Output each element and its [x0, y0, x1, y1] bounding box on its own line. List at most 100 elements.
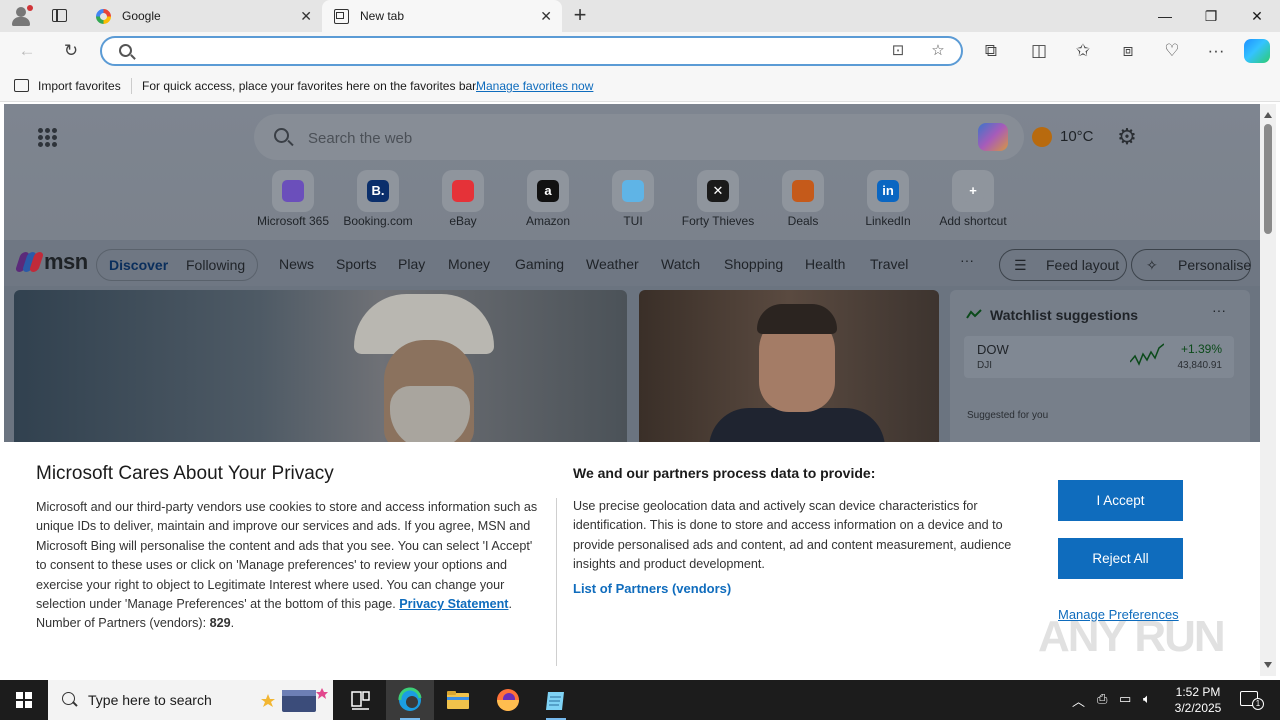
- shortcut-label: Forty Thieves: [681, 214, 755, 228]
- address-input[interactable]: [142, 42, 842, 60]
- tab-new-tab[interactable]: New tab ✕: [322, 0, 562, 32]
- taskbar-search[interactable]: Type here to search: [48, 680, 333, 720]
- nav-health[interactable]: Health: [805, 256, 845, 272]
- firefox-icon[interactable]: [484, 680, 532, 720]
- nav-news[interactable]: News: [279, 256, 314, 272]
- nav-money[interactable]: Money: [448, 256, 490, 272]
- minimize-button[interactable]: —: [1142, 0, 1188, 32]
- close-tab-icon[interactable]: ✕: [540, 0, 552, 32]
- anyrun-watermark: ANY RUN: [1038, 612, 1226, 661]
- back-icon[interactable]: ←: [14, 38, 40, 64]
- partners-list-link[interactable]: List of Partners (vendors): [573, 581, 731, 596]
- ebay-icon: [452, 180, 474, 202]
- feed-toggle: Discover Following: [96, 249, 258, 281]
- clock[interactable]: 1:52 PM 3/2/2025: [1168, 684, 1228, 716]
- windows-start-icon[interactable]: [16, 692, 32, 708]
- news-card-image[interactable]: [639, 290, 939, 468]
- shortcut-forty-thieves[interactable]: ✕ Forty Thieves: [675, 170, 761, 230]
- news-card-image[interactable]: [14, 290, 627, 450]
- nav-play[interactable]: Play: [398, 256, 425, 272]
- personalise-button[interactable]: ✧ Personalise: [1131, 249, 1251, 281]
- nav-sports[interactable]: Sports: [336, 256, 376, 272]
- browser-essentials-icon[interactable]: ♡: [1159, 38, 1185, 64]
- purposes-title: We and our partners process data to prov…: [573, 465, 876, 481]
- reject-all-button[interactable]: Reject All: [1058, 538, 1183, 579]
- taskbar: Type here to search ︿ ⎙ ▭ 🔈︎ 1:52 PM 3/2…: [0, 680, 1280, 720]
- immersive-reader-icon[interactable]: ⊡: [886, 40, 910, 62]
- privacy-statement-link[interactable]: Privacy Statement: [399, 597, 508, 611]
- shortcut-tile: [782, 170, 824, 212]
- more-nav-icon[interactable]: ···: [960, 252, 974, 268]
- close-tab-icon[interactable]: ✕: [300, 0, 312, 32]
- gear-icon[interactable]: ⚙: [1116, 126, 1138, 148]
- tab-following[interactable]: Following: [186, 257, 245, 273]
- close-window-button[interactable]: ✕: [1234, 0, 1280, 32]
- split-screen-icon[interactable]: ◫: [1026, 38, 1052, 64]
- show-hidden-icons-icon[interactable]: ︿: [1072, 691, 1085, 710]
- watchlist-more-icon[interactable]: ···: [1212, 302, 1226, 318]
- browser-toolbar: ← ↻ ⊡ ☆ ⧉ ◫ ✩ ⧈ ♡ ···: [0, 32, 1280, 70]
- network-icon[interactable]: ▭: [1119, 691, 1131, 707]
- weather-temperature[interactable]: 10°C: [1060, 128, 1094, 145]
- divider: [131, 78, 132, 94]
- scroll-down-icon[interactable]: [1264, 662, 1272, 668]
- nav-watch[interactable]: Watch: [661, 256, 700, 272]
- copilot-icon[interactable]: [1244, 39, 1270, 63]
- shortcut-tile: in: [867, 170, 909, 212]
- address-bar[interactable]: ⊡ ☆: [100, 36, 963, 66]
- shortcut-tui[interactable]: TUI: [590, 170, 676, 230]
- extensions-icon[interactable]: ⧉: [978, 38, 1004, 64]
- app-launcher-icon[interactable]: [38, 128, 58, 148]
- device-icon[interactable]: ⎙: [1097, 691, 1107, 707]
- tab-actions-icon[interactable]: [50, 7, 70, 25]
- nav-travel[interactable]: Travel: [870, 256, 908, 272]
- restore-button[interactable]: ❐: [1188, 0, 1234, 32]
- edge-taskbar-icon[interactable]: [386, 680, 434, 720]
- favorite-star-icon[interactable]: ☆: [926, 40, 950, 62]
- copilot-icon[interactable]: [978, 123, 1008, 151]
- shortcut-deals[interactable]: Deals: [760, 170, 846, 230]
- tab-discover[interactable]: Discover: [109, 257, 168, 273]
- feed-layout-button[interactable]: ☰ Feed layout: [999, 249, 1127, 281]
- web-search-box[interactable]: [254, 114, 1024, 160]
- shortcut-add-shortcut[interactable]: + Add shortcut: [930, 170, 1016, 230]
- weather-sun-icon[interactable]: [1032, 127, 1052, 147]
- web-search-input[interactable]: [308, 128, 908, 148]
- tab-label: Google: [122, 9, 161, 23]
- profile-icon[interactable]: [8, 4, 34, 28]
- divider: [556, 498, 557, 666]
- msn-logo-text[interactable]: msn: [44, 249, 88, 275]
- shortcut-ebay[interactable]: eBay: [420, 170, 506, 230]
- stock-row[interactable]: DOW DJI +1.39% 43,840.91: [964, 336, 1234, 378]
- collections-icon[interactable]: ⧈: [1115, 38, 1141, 64]
- shortcut-tile: ✕: [697, 170, 739, 212]
- scroll-up-icon[interactable]: [1264, 112, 1272, 118]
- nav-shopping[interactable]: Shopping: [724, 256, 783, 272]
- notifications-icon[interactable]: 1: [1240, 691, 1264, 710]
- volume-icon[interactable]: 🔈︎: [1143, 691, 1151, 707]
- nav-gaming[interactable]: Gaming: [515, 256, 564, 272]
- favorites-icon[interactable]: ✩: [1070, 38, 1096, 64]
- nav-weather[interactable]: Weather: [586, 256, 639, 272]
- sparkline: [1130, 343, 1164, 366]
- tab-google[interactable]: Google ✕: [84, 0, 322, 32]
- notepad-icon[interactable]: [532, 680, 580, 720]
- shortcut-microsoft-365[interactable]: Microsoft 365: [250, 170, 336, 230]
- shortcut-amazon[interactable]: a Amazon: [505, 170, 591, 230]
- manage-favorites-link[interactable]: Manage favorites now: [476, 79, 593, 93]
- msn-logo-icon[interactable]: [14, 250, 45, 274]
- shortcut-booking-com[interactable]: B. Booking.com: [335, 170, 421, 230]
- scroll-thumb[interactable]: [1264, 124, 1272, 234]
- accept-button[interactable]: I Accept: [1058, 480, 1183, 521]
- privacy-consent-banner: Microsoft Cares About Your Privacy Micro…: [4, 442, 1260, 676]
- new-tab-button[interactable]: +: [568, 4, 592, 28]
- refresh-icon[interactable]: ↻: [58, 38, 84, 64]
- vertical-scrollbar[interactable]: [1260, 104, 1276, 676]
- deals-icon: [792, 180, 814, 202]
- task-view-icon[interactable]: [336, 680, 384, 720]
- settings-more-icon[interactable]: ···: [1203, 38, 1229, 64]
- file-explorer-icon[interactable]: [434, 680, 482, 720]
- taskbar-search-placeholder: Type here to search: [88, 692, 212, 708]
- shortcut-linkedin[interactable]: in LinkedIn: [845, 170, 931, 230]
- import-favorites-button[interactable]: Import favorites: [38, 79, 121, 93]
